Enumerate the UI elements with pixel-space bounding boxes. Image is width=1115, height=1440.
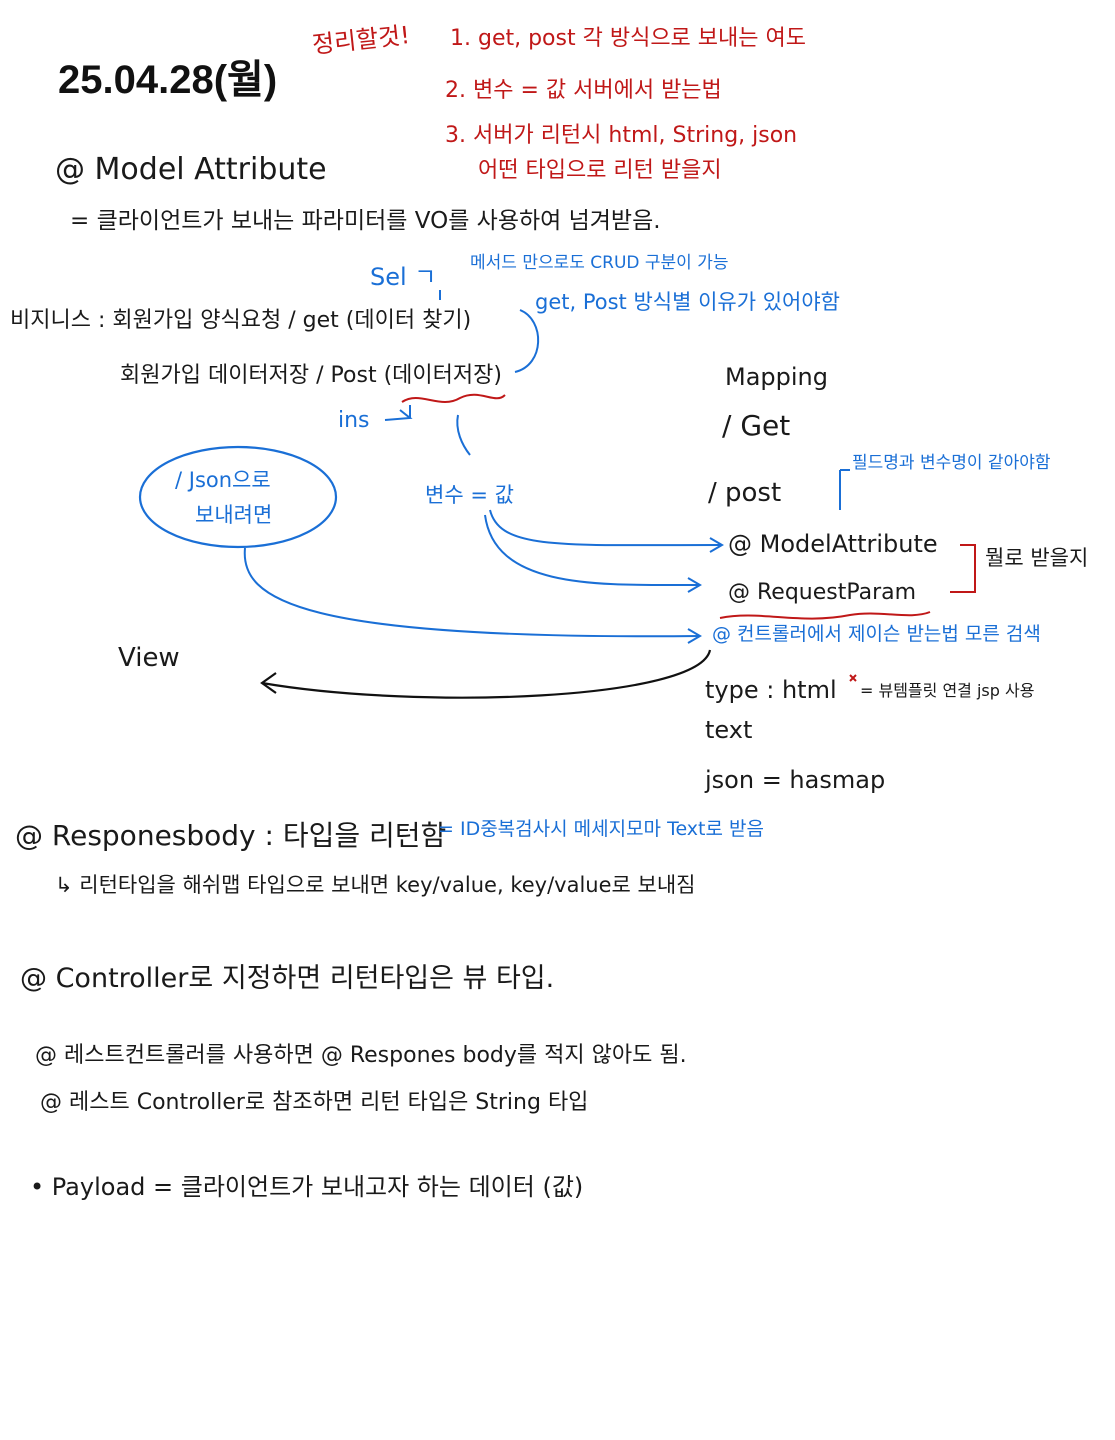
var-value-note: 변수 = 값 — [425, 483, 514, 507]
business-line-2: 회원가입 데이터저장 / Post (데이터저장) — [120, 363, 502, 388]
crud-note: 메서드 만으로도 CRUD 구분이 가능 — [470, 253, 729, 273]
field-name-note: 필드명과 변수명이 같아야함 — [852, 453, 1051, 473]
type-html: type : html — [705, 676, 837, 704]
mapping-get: / Get — [722, 409, 791, 442]
request-param-annotation: @ RequestParam — [728, 580, 917, 605]
mapping-heading: Mapping — [725, 363, 828, 391]
todo-item-2: 2. 변수 = 값 서버에서 받는법 — [445, 78, 722, 103]
model-attribute-heading: @ Model Attribute — [55, 152, 327, 187]
controller-line: @ Controller로 지정하면 리턴타입은 뷰 타입. — [20, 963, 555, 994]
rest-line-2: @ 레스트 Controller로 참조하면 리턴 타입은 String 타입 — [40, 1090, 589, 1115]
getpost-note: get, Post 방식별 이유가 있어야함 — [535, 290, 840, 314]
mapping-post: / post — [708, 478, 782, 508]
responsebody-heading: @ Responesbody : 타입을 리턴함 — [15, 819, 447, 852]
type-text: text — [705, 716, 753, 744]
rest-line-1: @ 레스트컨트롤러를 사용하면 @ Respones body를 적지 않아도 … — [35, 1043, 687, 1068]
todo-item-1: 1. get, post 각 방식으로 보내는 여도 — [450, 26, 806, 51]
receive-note: 뭘로 받을지 — [985, 546, 1089, 570]
view-label: View — [118, 643, 180, 673]
sel-label: Sel ㄱ — [370, 263, 437, 291]
responsebody-blue-note: = ID중복검사시 메세지모마 Text로 받음 — [438, 818, 764, 840]
todo-item-3: 3. 서버가 리턴시 html, String, json — [445, 123, 798, 148]
page-title: 25.04.28(월) — [58, 58, 278, 102]
model-attribute-annotation: @ ModelAttribute — [728, 530, 938, 558]
view-template-note: = 뷰템플릿 연결 jsp 사용 — [860, 681, 1035, 700]
business-line-1: 비지니스 : 회원가입 양식요청 / get (데이터 찾기) — [10, 308, 472, 333]
responsebody-line-2: ↳ 리턴타입을 해쉬맵 타입으로 보내면 key/value, key/valu… — [55, 873, 696, 897]
json-bubble-line-2: 보내려면 — [195, 503, 273, 527]
json-bubble-line-1: / Json으로 — [175, 468, 271, 492]
controller-json-note: @ 컨트롤러에서 제이슨 받는법 모른 검색 — [712, 623, 1041, 645]
payload-line: • Payload = 클라이언트가 보내고자 하는 데이터 (값) — [30, 1173, 584, 1201]
model-attribute-desc: = 클라이언트가 보내는 파라미터를 VO를 사용하여 넘겨받음. — [70, 208, 661, 234]
ins-label: ins — [338, 408, 370, 433]
todo-item-3-cont: 어떤 타입으로 리턴 받을지 — [478, 158, 722, 183]
json-hashmap: json = hasmap — [705, 766, 886, 794]
